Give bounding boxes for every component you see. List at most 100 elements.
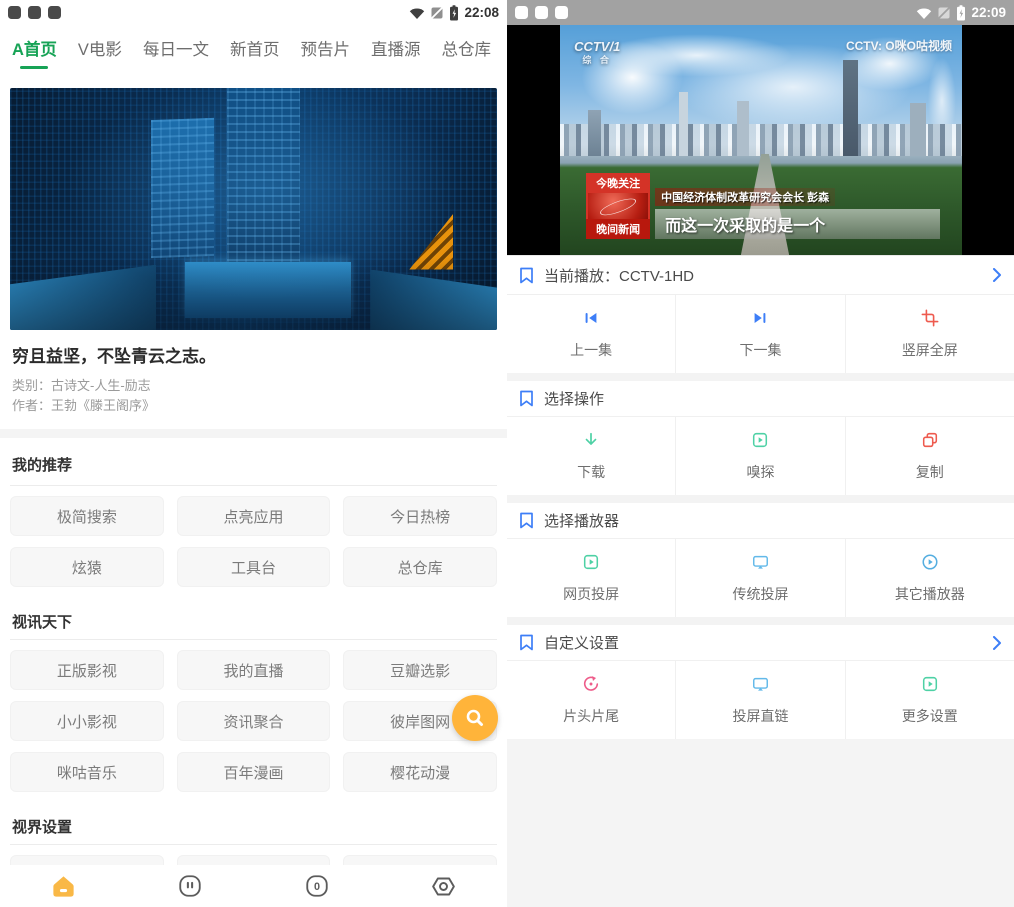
quick-button[interactable]: 咪咕音乐 <box>10 752 164 792</box>
tab-v-movies[interactable]: V电影 <box>78 36 122 60</box>
quick-button[interactable]: 小小影视 <box>10 701 164 741</box>
news-badge-bottom-label: 晚间新闻 <box>586 219 650 239</box>
search-fab-button[interactable] <box>452 695 498 741</box>
news-badge: 今晚关注 晚间新闻 <box>586 173 650 239</box>
more-settings-button[interactable]: 更多设置 <box>845 661 1014 739</box>
traditional-cast-button[interactable]: 传统投屏 <box>675 539 844 617</box>
right-phone-screen: 22:09 CCTV/1 综 合 CCTV: O咪O咕视频 今晚关注 晚间新闻 … <box>507 0 1014 907</box>
quick-button[interactable]: 樱花动漫 <box>343 752 497 792</box>
migu-watermark: CCTV: O咪O咕视频 <box>846 37 952 54</box>
wifi-icon <box>916 6 932 20</box>
web-cast-button[interactable]: 网页投屏 <box>507 539 675 617</box>
chevron-right-icon <box>992 268 1002 282</box>
play-square-icon <box>582 553 600 571</box>
notification-icon <box>48 6 61 19</box>
tab-new-home[interactable]: 新首页 <box>230 36 280 60</box>
nav-home-button[interactable] <box>33 873 93 900</box>
settings-hexagon-icon <box>430 873 457 900</box>
cast-icon <box>751 553 770 571</box>
video-world-grid: 正版影视 我的直播 豆瓣选影 小小影视 资讯聚合 彼岸图网 咪咕音乐 百年漫画 … <box>0 640 507 804</box>
previous-episode-button[interactable]: 上一集 <box>507 295 675 373</box>
download-icon <box>582 431 600 449</box>
battery-charging-icon <box>449 5 459 21</box>
now-playing-row[interactable]: 当前播放：CCTV-1HD <box>507 255 1014 295</box>
tab-trailers[interactable]: 预告片 <box>300 36 350 60</box>
quick-button[interactable]: 豆瓣选影 <box>343 650 497 690</box>
quick-button[interactable]: 炫猿 <box>10 547 164 587</box>
actions-row: 下载 嗅探 复制 <box>507 417 1014 495</box>
sniff-button[interactable]: 嗅探 <box>675 417 844 495</box>
group-header-custom-settings[interactable]: 自定义设置 <box>507 625 1014 661</box>
notification-icon <box>535 6 548 19</box>
wifi-icon <box>409 6 425 20</box>
globe-graphic <box>586 193 650 219</box>
bookmark-icon <box>519 634 534 651</box>
status-bar-left: 22:08 <box>0 0 507 25</box>
zero-square-icon: 0 <box>304 873 330 899</box>
copy-button[interactable]: 复制 <box>845 417 1014 495</box>
skip-intro-outro-button[interactable]: 片头片尾 <box>507 661 675 739</box>
news-caption-large: 而这一次采取的是一个 <box>655 209 940 239</box>
daily-article-image[interactable] <box>10 88 497 330</box>
status-bar-right: 22:09 <box>507 0 1014 25</box>
tab-main-repo[interactable]: 总仓库 <box>441 36 491 60</box>
tab-daily-article[interactable]: 每日一文 <box>143 36 209 60</box>
daily-quote-meta: 类别：古诗文-人生-励志 作者：王勃《滕王阁序》 <box>12 376 495 416</box>
nav-settings-button[interactable] <box>414 873 474 900</box>
battery-charging-icon <box>956 5 966 21</box>
cast-link-button[interactable]: 投屏直链 <box>675 661 844 739</box>
playback-row: 上一集 下一集 竖屏全屏 <box>507 295 1014 373</box>
cast-icon <box>751 675 770 693</box>
news-banner: 今晚关注 晚间新闻 中国经济体制改革研究会会长 彭森 而这一次采取的是一个 <box>586 173 940 239</box>
clock-text: 22:09 <box>971 5 1006 20</box>
other-player-button[interactable]: 其它播放器 <box>845 539 1014 617</box>
quick-button[interactable]: 点亮应用 <box>177 496 331 536</box>
notification-icon <box>8 6 21 19</box>
quick-button[interactable]: 百年漫画 <box>177 752 331 792</box>
next-episode-button[interactable]: 下一集 <box>675 295 844 373</box>
group-header-actions: 选择操作 <box>507 381 1014 417</box>
svg-text:0: 0 <box>314 881 320 893</box>
quick-button[interactable]: 极简搜索 <box>10 496 164 536</box>
bookmark-icon <box>519 267 534 284</box>
copy-icon <box>921 431 939 449</box>
section-separator <box>507 617 1014 625</box>
section-separator <box>0 429 507 438</box>
tab-live-sources[interactable]: 直播源 <box>371 36 421 60</box>
notification-icon <box>28 6 41 19</box>
nav-pause-button[interactable] <box>160 873 220 899</box>
quick-button[interactable]: 今日热榜 <box>343 496 497 536</box>
bookmark-icon <box>519 512 534 529</box>
download-button[interactable]: 下载 <box>507 417 675 495</box>
section-separator <box>507 373 1014 381</box>
recommend-grid: 极简搜索 点亮应用 今日热榜 炫猿 工具台 总仓库 <box>0 486 507 599</box>
section-title-view-settings: 视界设置 <box>0 804 507 844</box>
tab-a-home[interactable]: A首页 <box>12 36 57 60</box>
notification-icon <box>555 6 568 19</box>
news-caption-small: 中国经济体制改革研究会会长 彭森 <box>655 188 835 206</box>
custom-settings-row: 片头片尾 投屏直链 更多设置 <box>507 661 1014 739</box>
daily-quote-author: 作者：王勃《滕王阁序》 <box>12 396 495 416</box>
crop-rotate-icon <box>921 309 939 327</box>
quick-button[interactable]: 工具台 <box>177 547 331 587</box>
news-badge-top-label: 今晚关注 <box>586 173 650 193</box>
bottom-nav-bar: 0 <box>0 865 507 907</box>
pause-square-icon <box>177 873 203 899</box>
quick-button[interactable]: 我的直播 <box>177 650 331 690</box>
video-player[interactable]: CCTV/1 综 合 CCTV: O咪O咕视频 今晚关注 晚间新闻 中国经济体制… <box>507 25 1014 255</box>
quick-button[interactable]: 正版影视 <box>10 650 164 690</box>
clock-text: 22:08 <box>464 5 499 20</box>
section-title-recommend: 我的推荐 <box>0 438 507 485</box>
quick-button[interactable]: 总仓库 <box>343 547 497 587</box>
daily-quote-category: 类别：古诗文-人生-励志 <box>12 376 495 396</box>
daily-quote-title: 穷且益坚，不坠青云之志。 <box>12 342 495 367</box>
quick-button[interactable]: 资讯聚合 <box>177 701 331 741</box>
left-phone-screen: 22:08 A首页 V电影 每日一文 新首页 预告片 直播源 总仓库 穷且益坚，… <box>0 0 507 907</box>
previous-icon <box>582 309 600 327</box>
play-square-icon <box>751 431 769 449</box>
video-frame: CCTV/1 综 合 CCTV: O咪O咕视频 今晚关注 晚间新闻 中国经济体制… <box>560 25 962 255</box>
nav-zero-button[interactable]: 0 <box>287 873 347 899</box>
portrait-fullscreen-button[interactable]: 竖屏全屏 <box>845 295 1014 373</box>
group-header-players: 选择播放器 <box>507 503 1014 539</box>
home-icon <box>50 873 77 900</box>
